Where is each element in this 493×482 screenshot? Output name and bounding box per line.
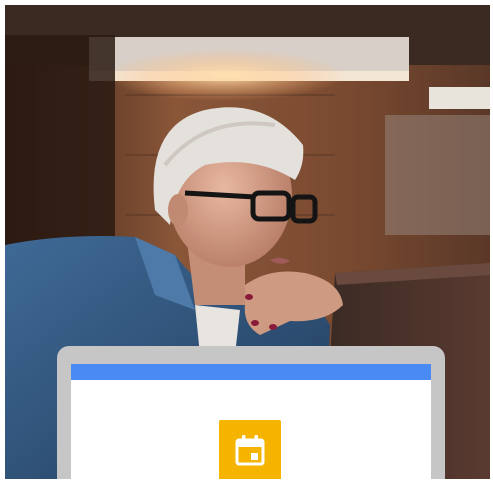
hero-image-frame bbox=[5, 5, 490, 479]
screen-accent-bar bbox=[71, 364, 431, 380]
app-tile bbox=[219, 420, 281, 479]
calendar-icon bbox=[235, 435, 265, 466]
device-screen bbox=[71, 364, 431, 479]
device-mockup bbox=[57, 346, 445, 479]
